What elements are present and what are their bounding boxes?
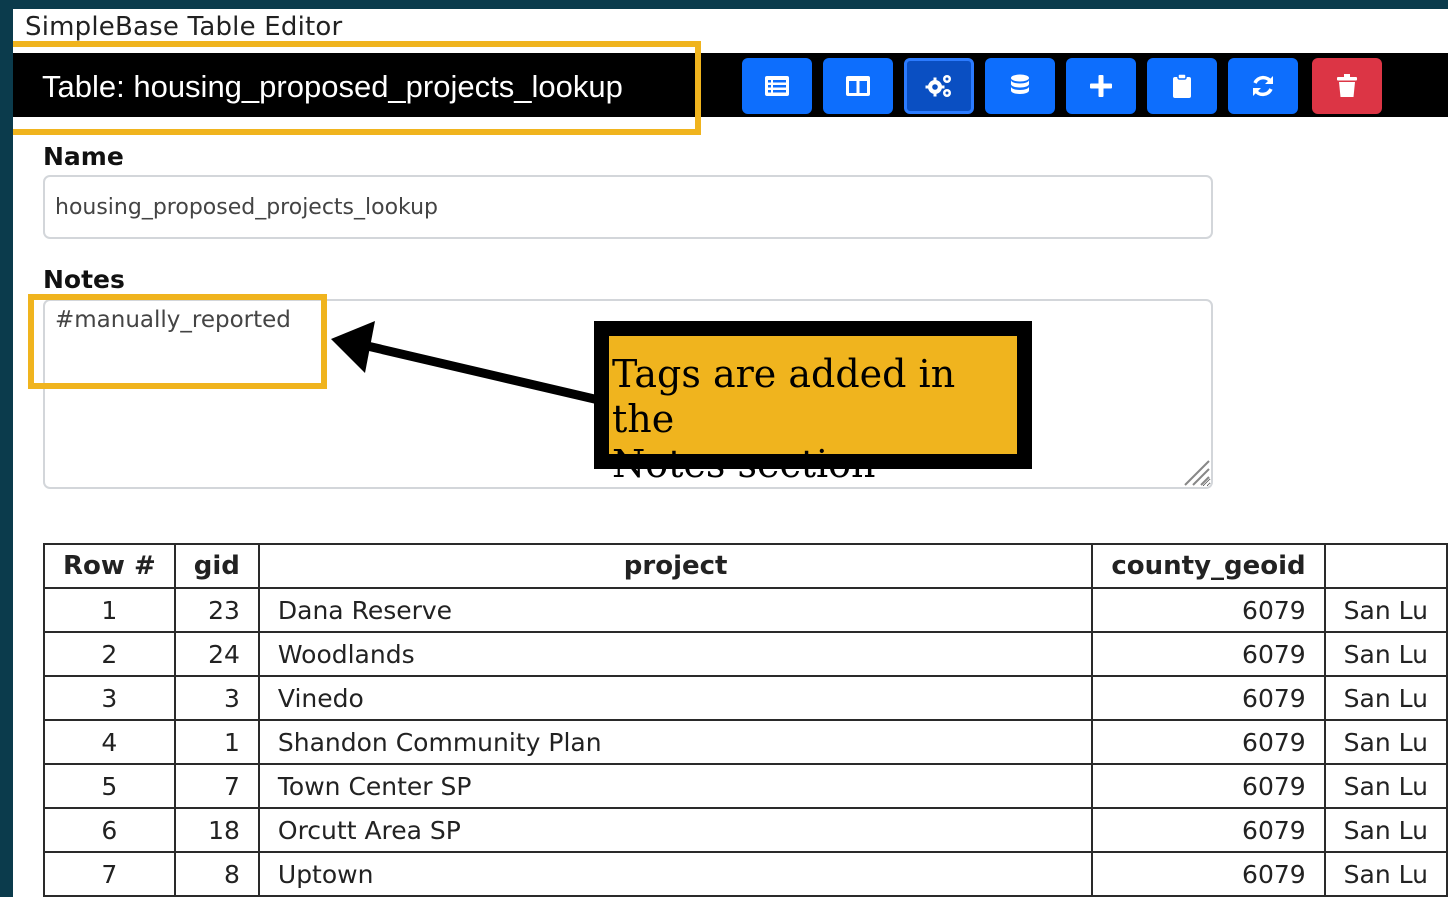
cell-row-number: 2 xyxy=(43,631,176,677)
table-row[interactable]: 5 7 Town Center SP 6079 San Lu xyxy=(43,763,1448,809)
table-row[interactable]: 4 1 Shandon Community Plan 6079 San Lu xyxy=(43,719,1448,765)
cell-gid: 8 xyxy=(173,851,260,897)
notes-label: Notes xyxy=(43,265,125,294)
cell-county-name: San Lu xyxy=(1323,675,1448,721)
column-header-project[interactable]: project xyxy=(257,543,1094,589)
cell-gid: 18 xyxy=(173,807,260,853)
table-row[interactable]: 7 8 Uptown 6079 San Lu xyxy=(43,851,1448,897)
delete-table-button[interactable] xyxy=(1312,58,1382,114)
cell-project: Vinedo xyxy=(257,675,1094,721)
refresh-button[interactable] xyxy=(1228,58,1298,114)
cell-county-geoid: 6079 xyxy=(1091,719,1326,765)
cell-county-geoid: 6079 xyxy=(1091,807,1326,853)
cell-gid: 23 xyxy=(173,587,260,633)
cell-county-geoid: 6079 xyxy=(1091,587,1326,633)
cell-county-geoid: 6079 xyxy=(1091,763,1326,809)
table-row[interactable]: 1 23 Dana Reserve 6079 San Lu xyxy=(43,587,1448,633)
table-row[interactable]: 3 3 Vinedo 6079 San Lu xyxy=(43,675,1448,721)
resize-grip-icon[interactable] xyxy=(1181,457,1211,487)
table-label-highlight xyxy=(13,41,701,135)
column-header-next[interactable] xyxy=(1323,543,1448,589)
column-header-gid[interactable]: gid xyxy=(173,543,260,589)
callout-line-2: Notes section xyxy=(612,442,876,486)
table-header-row: Row # gid project county_geoid xyxy=(43,543,1448,589)
cell-county-name: San Lu xyxy=(1323,807,1448,853)
notes-tag-highlight xyxy=(28,294,327,389)
cell-project: Woodlands xyxy=(257,631,1094,677)
cell-row-number: 4 xyxy=(43,719,176,765)
cell-gid: 7 xyxy=(173,763,260,809)
cell-row-number: 3 xyxy=(43,675,176,721)
clipboard-icon xyxy=(1173,73,1191,98)
cell-gid: 24 xyxy=(173,631,260,677)
app-title: SimpleBase Table Editor xyxy=(25,12,343,42)
plus-icon xyxy=(1090,75,1112,97)
cell-county-geoid: 6079 xyxy=(1091,631,1326,677)
cell-row-number: 1 xyxy=(43,587,176,633)
gears-icon xyxy=(925,75,951,97)
cell-county-name: San Lu xyxy=(1323,587,1448,633)
app-window: SimpleBase Table Editor Table: housing_p… xyxy=(13,9,1448,897)
columns-icon xyxy=(846,76,870,96)
cell-gid: 1 xyxy=(173,719,260,765)
list-icon xyxy=(765,76,789,96)
name-input[interactable] xyxy=(43,175,1213,239)
cell-county-name: San Lu xyxy=(1323,631,1448,677)
settings-button[interactable] xyxy=(904,58,974,114)
arrow-icon xyxy=(331,321,605,406)
cell-county-name: San Lu xyxy=(1323,851,1448,897)
table-row[interactable]: 2 24 Woodlands 6079 San Lu xyxy=(43,631,1448,677)
cell-project: Dana Reserve xyxy=(257,587,1094,633)
cell-county-geoid: 6079 xyxy=(1091,851,1326,897)
cell-project: Uptown xyxy=(257,851,1094,897)
annotation-callout: Tags are added in the Notes section xyxy=(594,321,1032,486)
clipboard-button[interactable] xyxy=(1147,58,1217,114)
database-icon xyxy=(1011,74,1029,94)
column-header-row-number[interactable]: Row # xyxy=(43,543,176,589)
column-header-county-geoid[interactable]: county_geoid xyxy=(1091,543,1326,589)
cell-project: Shandon Community Plan xyxy=(257,719,1094,765)
cell-county-geoid: 6079 xyxy=(1091,675,1326,721)
cell-county-name: San Lu xyxy=(1323,719,1448,765)
callout-line-1: Tags are added in the xyxy=(612,352,956,441)
cell-county-name: San Lu xyxy=(1323,763,1448,809)
cell-gid: 3 xyxy=(173,675,260,721)
cell-row-number: 6 xyxy=(43,807,176,853)
cell-row-number: 5 xyxy=(43,763,176,809)
trash-icon xyxy=(1337,74,1357,97)
refresh-icon xyxy=(1253,75,1273,97)
name-label: Name xyxy=(43,142,124,171)
cell-project: Orcutt Area SP xyxy=(257,807,1094,853)
table-row[interactable]: 6 18 Orcutt Area SP 6079 San Lu xyxy=(43,807,1448,853)
cell-project: Town Center SP xyxy=(257,763,1094,809)
view-records-button[interactable] xyxy=(742,58,812,114)
add-record-button[interactable] xyxy=(1066,58,1136,114)
view-columns-button[interactable] xyxy=(823,58,893,114)
database-button[interactable] xyxy=(985,58,1055,114)
cell-row-number: 7 xyxy=(43,851,176,897)
records-table: Row # gid project county_geoid 1 23 Dana… xyxy=(43,543,1448,897)
